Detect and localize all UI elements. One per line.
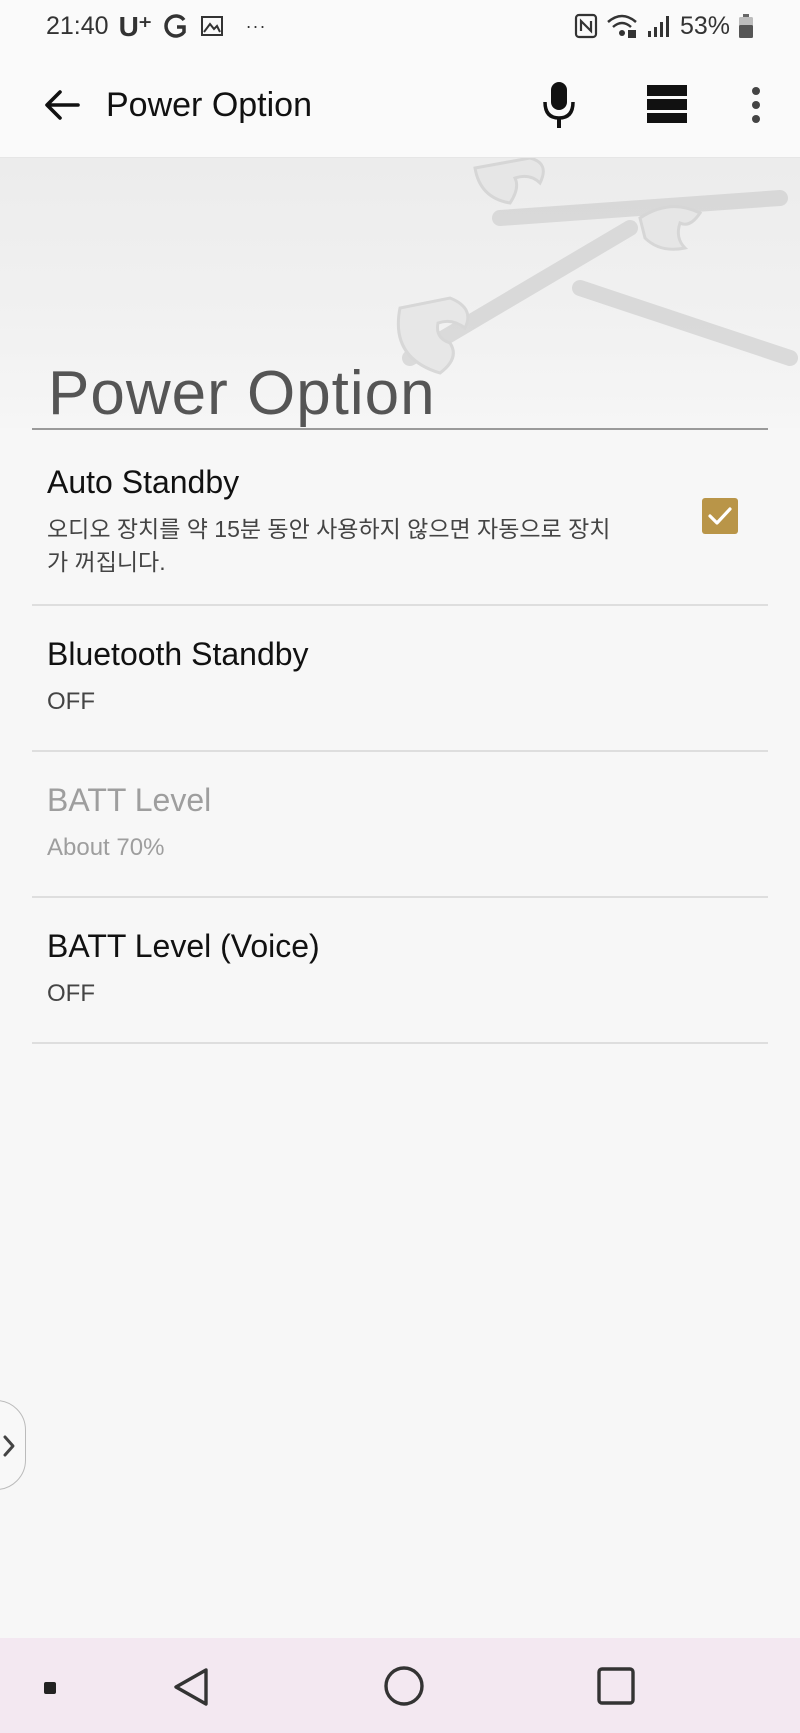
setting-title: Bluetooth Standby bbox=[47, 636, 309, 672]
checkmark-icon bbox=[708, 507, 732, 525]
more-notifications-icon: ··· bbox=[245, 15, 267, 36]
app-title: Power Option bbox=[106, 86, 312, 124]
section-title: Power Option bbox=[48, 359, 436, 428]
setting-title: BATT Level bbox=[47, 782, 212, 818]
setting-value: OFF bbox=[47, 688, 95, 715]
gallery-icon bbox=[200, 16, 223, 36]
battery-percent: 53% bbox=[679, 11, 730, 40]
setting-batt-level-voice[interactable]: BATT Level (Voice) OFF bbox=[32, 898, 768, 1044]
edge-panel-handle[interactable] bbox=[0, 1400, 26, 1490]
lte-g-icon bbox=[163, 14, 186, 38]
back-arrow-icon[interactable] bbox=[40, 82, 86, 128]
mic-icon[interactable] bbox=[536, 78, 582, 132]
setting-title: Auto Standby bbox=[47, 464, 240, 500]
header-banner: Power Option bbox=[0, 158, 800, 428]
setting-value: About 70% bbox=[47, 834, 165, 861]
setting-bluetooth-standby[interactable]: Bluetooth Standby OFF bbox=[32, 606, 768, 752]
nav-recent-apps-icon[interactable] bbox=[596, 1666, 636, 1706]
setting-description: 오디오 장치를 약 15분 동안 사용하지 않으면 자동으로 장치가 꺼집니다. bbox=[47, 516, 611, 575]
settings-list: Auto Standby 오디오 장치를 약 15분 동안 사용하지 않으면 자… bbox=[32, 430, 768, 1044]
setting-value: OFF bbox=[47, 980, 95, 1007]
status-bar: 21:40 U⁺ ··· 53% bbox=[0, 0, 800, 52]
nav-home-icon[interactable] bbox=[382, 1664, 426, 1708]
wifi-icon bbox=[607, 14, 637, 38]
setting-title: BATT Level (Voice) bbox=[47, 928, 320, 964]
signal-icon bbox=[647, 16, 669, 37]
app-bar: Power Option bbox=[0, 52, 800, 158]
wrench-illustration bbox=[396, 158, 798, 375]
system-nav-bar bbox=[0, 1638, 800, 1733]
nfc-icon bbox=[574, 13, 598, 39]
battery-icon bbox=[739, 14, 753, 38]
carrier-label: U⁺ bbox=[118, 10, 153, 42]
setting-auto-standby[interactable]: Auto Standby 오디오 장치를 약 15분 동안 사용하지 않으면 자… bbox=[32, 430, 768, 606]
setting-batt-level: BATT Level About 70% bbox=[32, 752, 768, 898]
status-time: 21:40 bbox=[46, 11, 109, 40]
auto-standby-checkbox[interactable] bbox=[702, 498, 738, 534]
chevron-right-icon bbox=[3, 1435, 15, 1457]
nav-indicator-dot[interactable] bbox=[44, 1682, 56, 1694]
nav-back-icon[interactable] bbox=[170, 1664, 214, 1710]
more-vert-icon[interactable] bbox=[744, 82, 768, 128]
view-toggle-icon[interactable] bbox=[646, 84, 688, 124]
